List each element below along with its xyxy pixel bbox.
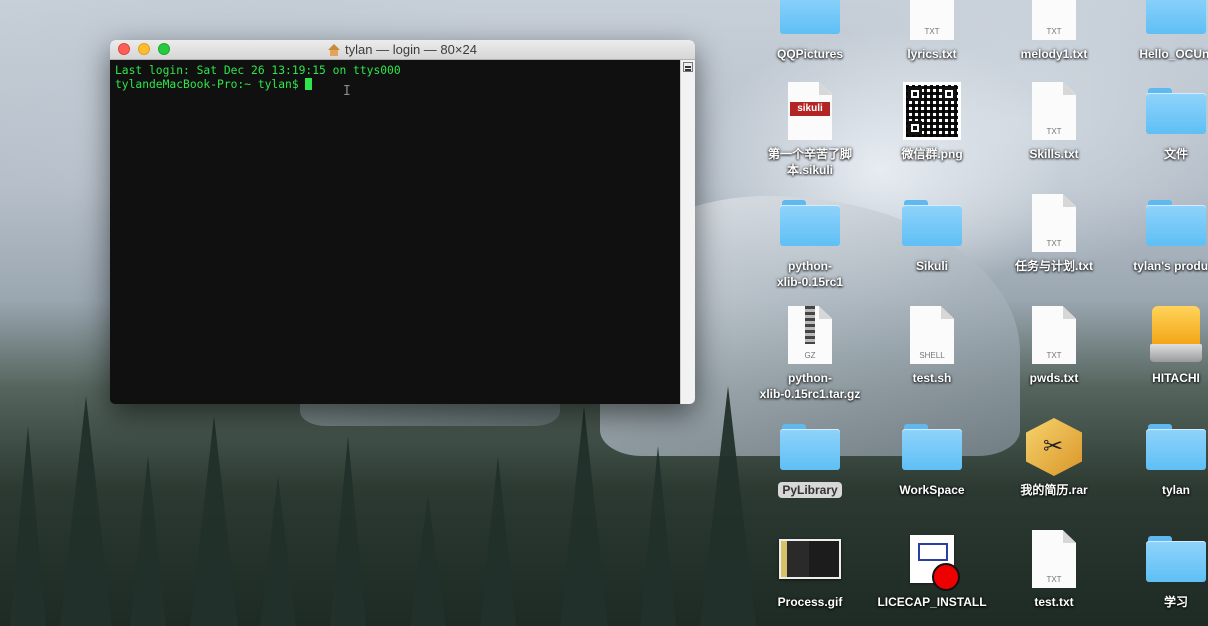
file-ext: SHELL: [919, 351, 945, 360]
terminal-line: Last login: Sat Dec 26 13:19:15 on ttys0…: [115, 64, 401, 77]
desktop-icon-folder[interactable]: python- xlib-0.15rc1: [750, 192, 870, 290]
desktop-icon-label: QQPictures: [776, 47, 844, 61]
desktop-icon-label: LICECAP_INSTALL: [877, 595, 987, 609]
gif-image-icon: [778, 528, 842, 590]
text-file-icon: TXT: [1022, 0, 1086, 42]
desktop-icon-label: tylan: [1161, 483, 1190, 497]
folder-icon: [900, 416, 964, 478]
sikuli-file-icon: sikuli: [778, 80, 842, 142]
desktop-icon-label: PyLibrary: [778, 482, 842, 498]
sikuli-badge: sikuli: [790, 102, 830, 116]
desktop-icon-folder[interactable]: 文件: [1116, 80, 1208, 162]
desktop-icon-folder[interactable]: 学习: [1116, 528, 1208, 610]
desktop-icon-label: WorkSpace: [899, 483, 965, 497]
desktop-icon-label: python- xlib-0.15rc1.tar.gz: [759, 371, 861, 401]
shell-script-icon: SHELL: [900, 304, 964, 366]
desktop-icon-txt[interactable]: TXT lyrics.txt: [872, 0, 992, 62]
file-ext: TXT: [924, 27, 940, 36]
desktop-icon-folder[interactable]: Sikuli: [872, 192, 992, 274]
desktop-icon-label: melody1.txt: [1020, 47, 1088, 61]
rar-archive-icon: ✂: [1022, 416, 1086, 478]
folder-icon: [778, 0, 842, 42]
file-ext: TXT: [1046, 127, 1062, 136]
desktop-icon-label: 文件: [1163, 147, 1188, 161]
desktop-icon-txt[interactable]: TXT 任务与计划.txt: [994, 192, 1114, 274]
desktop-icon-label: 我的简历.rar: [1020, 483, 1088, 497]
ibeam-cursor-icon: I: [343, 84, 351, 99]
desktop-icon-label: python- xlib-0.15rc1: [776, 259, 844, 289]
file-ext: TXT: [1046, 351, 1062, 360]
file-ext: TXT: [1046, 27, 1062, 36]
desktop-icon-gif[interactable]: Process.gif: [750, 528, 870, 610]
desktop-icon-gz[interactable]: GZ python- xlib-0.15rc1.tar.gz: [750, 304, 870, 402]
desktop-icon-folder[interactable]: Hello_OCUni: [1116, 0, 1208, 62]
folder-icon: [900, 192, 964, 254]
desktop-icon-drive[interactable]: HITACHI: [1116, 304, 1208, 386]
desktop-icon-label: 学习: [1163, 595, 1188, 609]
desktop-icon-folder[interactable]: PyLibrary: [750, 416, 870, 498]
text-file-icon: TXT: [1022, 192, 1086, 254]
desktop-icon-label: 第一个辛苦了脚 本.sikuli: [767, 147, 852, 177]
desktop-icon-label: Hello_OCUni: [1139, 47, 1208, 61]
external-drive-icon: [1144, 304, 1208, 366]
desktop-icon-label: Process.gif: [777, 595, 843, 609]
text-file-icon: TXT: [1022, 528, 1086, 590]
terminal-prompt: tylandeMacBook-Pro:~ tylan$: [115, 78, 306, 91]
desktop-icon-label: test.sh: [912, 371, 952, 385]
desktop-icon-archive[interactable]: ✂ 我的简历.rar: [994, 416, 1114, 498]
file-ext: TXT: [1046, 239, 1062, 248]
folder-icon: [1144, 0, 1208, 42]
text-file-icon: TXT: [900, 0, 964, 42]
desktop-icon-label: 任务与计划.txt: [1014, 259, 1093, 273]
file-ext: TXT: [1046, 575, 1062, 584]
desktop-icon-label: Skills.txt: [1029, 147, 1079, 161]
folder-icon: [1144, 192, 1208, 254]
desktop-icon-label: 微信群.png: [901, 147, 963, 161]
text-file-icon: TXT: [1022, 304, 1086, 366]
desktop-icon-label: test.txt: [1034, 595, 1074, 609]
terminal-output[interactable]: Last login: Sat Dec 26 13:19:15 on ttys0…: [110, 60, 681, 404]
home-icon: [328, 43, 341, 56]
terminal-scrollbar[interactable]: [680, 60, 695, 404]
desktop-icon-label: tylan's product: [1133, 259, 1208, 273]
terminal-prompt-line: tylandeMacBook-Pro:~ tylan$: [115, 78, 676, 92]
close-button[interactable]: [118, 43, 130, 55]
folder-icon: [1144, 528, 1208, 590]
folder-icon: [1144, 80, 1208, 142]
desktop-icon-qr-image[interactable]: 微信群.png: [872, 80, 992, 162]
desktop-icon-label: pwds.txt: [1029, 371, 1079, 385]
terminal-titlebar[interactable]: tylan — login — 80×24: [110, 40, 695, 60]
desktop-icon-label: Sikuli: [915, 259, 948, 273]
desktop-icon-txt[interactable]: TXT test.txt: [994, 528, 1114, 610]
folder-icon: [778, 192, 842, 254]
desktop-icon-label: lyrics.txt: [907, 47, 957, 61]
window-title-text: tylan — login — 80×24: [345, 42, 477, 57]
desktop-icon-folder[interactable]: tylan's product: [1116, 192, 1208, 274]
terminal-window[interactable]: tylan — login — 80×24 Last login: Sat De…: [110, 40, 695, 404]
desktop-icon-label: HITACHI: [1152, 371, 1200, 385]
text-file-icon: TXT: [1022, 80, 1086, 142]
qr-code-image-icon: [900, 80, 964, 142]
licecap-installer-icon: [900, 528, 964, 591]
text-cursor: [305, 78, 313, 90]
gzip-archive-icon: GZ: [778, 304, 842, 366]
desktop-icon-sikuli[interactable]: sikuli 第一个辛苦了脚 本.sikuli: [750, 80, 870, 178]
desktop-icon-txt[interactable]: TXT melody1.txt: [994, 0, 1114, 62]
desktop-icon-app[interactable]: LICECAP_INSTALL: [872, 528, 992, 610]
scrollbar-menu-icon[interactable]: [683, 62, 693, 72]
folder-icon: [778, 416, 842, 478]
desktop-icon-shell[interactable]: SHELL test.sh: [872, 304, 992, 386]
minimize-button[interactable]: [138, 43, 150, 55]
window-title: tylan — login — 80×24: [328, 42, 477, 57]
desktop-icon-txt[interactable]: TXT pwds.txt: [994, 304, 1114, 386]
desktop-icon-folder[interactable]: tylan: [1116, 416, 1208, 498]
desktop-icon-folder[interactable]: QQPictures: [750, 0, 870, 62]
file-ext: GZ: [804, 351, 816, 360]
desktop-icon-folder[interactable]: WorkSpace: [872, 416, 992, 498]
folder-icon: [1144, 416, 1208, 478]
zoom-button[interactable]: [158, 43, 170, 55]
desktop-icon-txt[interactable]: TXT Skills.txt: [994, 80, 1114, 162]
